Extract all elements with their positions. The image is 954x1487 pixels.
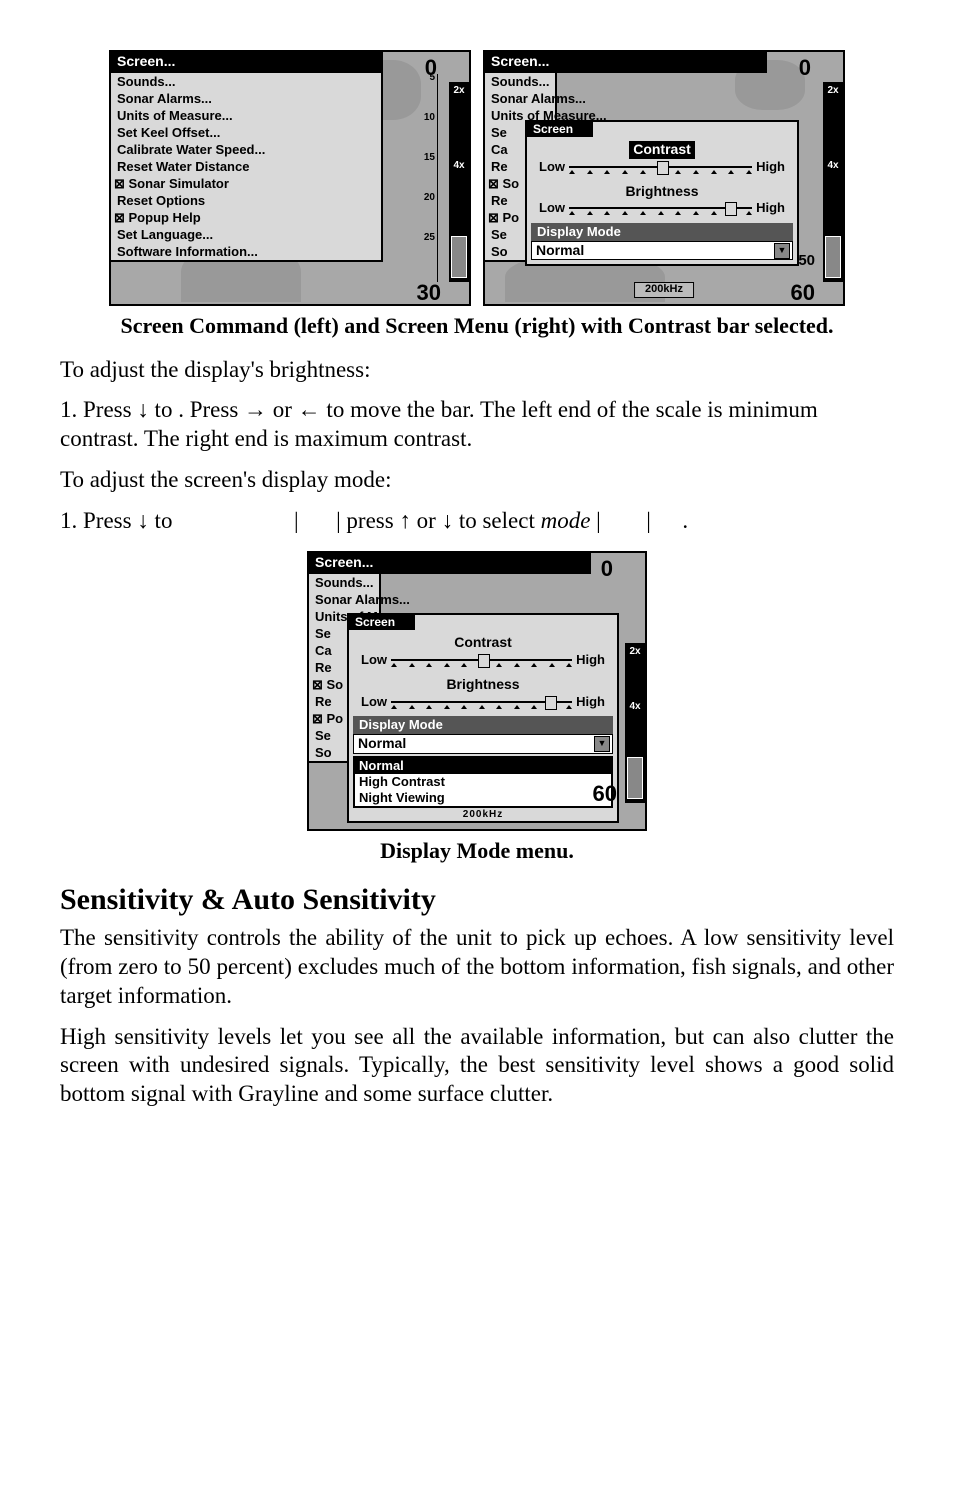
menu-item[interactable]: Sounds...	[111, 73, 381, 90]
zoom-sidebar-left: 2x 4x	[449, 82, 469, 282]
zoom-sidebar-2: 2x 4x	[625, 643, 645, 803]
figure-1: Screen... Sounds...Sonar Alarms...Units …	[60, 50, 894, 306]
lcd-display-mode: Screen... Sounds...Sonar Alarms...Units …	[307, 551, 647, 831]
brightness-label: Brightness	[446, 676, 519, 692]
zoom-4x: 4x	[453, 161, 464, 170]
contrast-slider[interactable]	[391, 653, 572, 667]
contrast-low: Low	[361, 652, 387, 668]
brightness-slider[interactable]	[391, 695, 572, 709]
lcd-right: Screen... Sounds...Sonar Alarms...Units …	[483, 50, 845, 306]
display-mode-value: Normal	[536, 242, 584, 260]
depth-tick: 15	[424, 152, 435, 165]
lcd-left: Screen... Sounds...Sonar Alarms...Units …	[109, 50, 471, 306]
brightness-step: 1. Press ↓ to . Press → or ← to move the…	[60, 396, 894, 454]
menu-item[interactable]: Sonar Alarms...	[485, 90, 555, 107]
depth-max: 30	[417, 279, 441, 307]
menu-item[interactable]: Sounds...	[309, 574, 379, 591]
depth-tick: 5	[429, 72, 435, 85]
menu-item[interactable]: Sounds...	[485, 73, 555, 90]
depth-tick: 20	[424, 192, 435, 205]
menu-item[interactable]: Units of Measure...	[111, 107, 381, 124]
depth-zero: 0	[601, 555, 613, 583]
menu-title: Screen...	[309, 553, 591, 574]
zoom-2x: 2x	[827, 86, 838, 95]
contrast-slider[interactable]	[569, 160, 752, 174]
brightness-low: Low	[361, 694, 387, 710]
screen-popup: Screen Contrast Low High Brightness Low	[525, 120, 799, 266]
zoom-4x: 4x	[827, 161, 838, 170]
zoom-2x: 2x	[453, 86, 464, 95]
figure-2: Screen... Sounds...Sonar Alarms...Units …	[60, 547, 894, 833]
figure-2-caption: Display Mode menu.	[100, 837, 854, 865]
menu-item[interactable]: Set Language...	[111, 226, 381, 243]
depth-tick: 25	[424, 232, 435, 245]
section-p1: The sensitivity controls the ability of …	[60, 924, 894, 1010]
menu-item[interactable]: Popup Help	[111, 209, 381, 226]
brightness-intro: To adjust the display's brightness:	[60, 356, 894, 385]
scrollbar-thumb[interactable]	[627, 757, 643, 799]
screen-menu-left: Screen... Sounds...Sonar Alarms...Units …	[111, 52, 383, 262]
brightness-label: Brightness	[625, 183, 698, 199]
zoom-sidebar-right: 2x 4x	[823, 82, 843, 282]
contrast-label: Contrast	[629, 141, 695, 159]
menu-item[interactable]: Reset Options	[111, 192, 381, 209]
popup-title: Screen	[349, 615, 415, 630]
zoom-2x: 2x	[629, 647, 640, 656]
depth-max: 60	[791, 279, 815, 307]
mode-intro: To adjust the screen's display mode:	[60, 466, 894, 495]
menu-item[interactable]: Sonar Alarms...	[309, 591, 379, 608]
depth-zero: 0	[799, 54, 811, 82]
frequency-label: 200kHz	[634, 282, 694, 298]
contrast-low: Low	[539, 159, 565, 175]
zoom-4x: 4x	[629, 702, 640, 711]
menu-item[interactable]: Software Information...	[111, 243, 381, 260]
depth-tick: 10	[424, 112, 435, 125]
menu-title: Screen...	[485, 52, 767, 73]
freq-tiny: 200kHz	[349, 809, 617, 822]
popup-title: Screen	[527, 122, 593, 137]
mode-step: 1. Press ↓ to | | press ↑ or ↓ to select…	[60, 507, 894, 536]
brightness-low: Low	[539, 200, 565, 216]
display-mode-value: Normal	[358, 735, 406, 753]
menu-item[interactable]: Sonar Simulator	[111, 175, 381, 192]
contrast-label: Contrast	[454, 634, 512, 650]
scrollbar-thumb[interactable]	[451, 236, 467, 278]
display-mode-label: Display Mode	[531, 223, 793, 241]
menu-item[interactable]: Set Keel Offset...	[111, 124, 381, 141]
depth-mid: 50	[798, 252, 815, 271]
section-heading: Sensitivity & Auto Sensitivity	[60, 881, 894, 919]
depth-max: 60	[593, 780, 617, 808]
figure-1-caption: Screen Command (left) and Screen Menu (r…	[100, 312, 854, 340]
brightness-slider[interactable]	[569, 201, 752, 215]
menu-item[interactable]: Sonar Alarms...	[111, 90, 381, 107]
menu-title: Screen...	[111, 52, 381, 73]
section-p2: High sensitivity levels let you see all …	[60, 1023, 894, 1109]
menu-item[interactable]: Reset Water Distance	[111, 158, 381, 175]
display-mode-combo[interactable]: Normal ▼	[531, 241, 793, 261]
menu-item[interactable]: Calibrate Water Speed...	[111, 141, 381, 158]
scrollbar-thumb[interactable]	[825, 236, 841, 278]
